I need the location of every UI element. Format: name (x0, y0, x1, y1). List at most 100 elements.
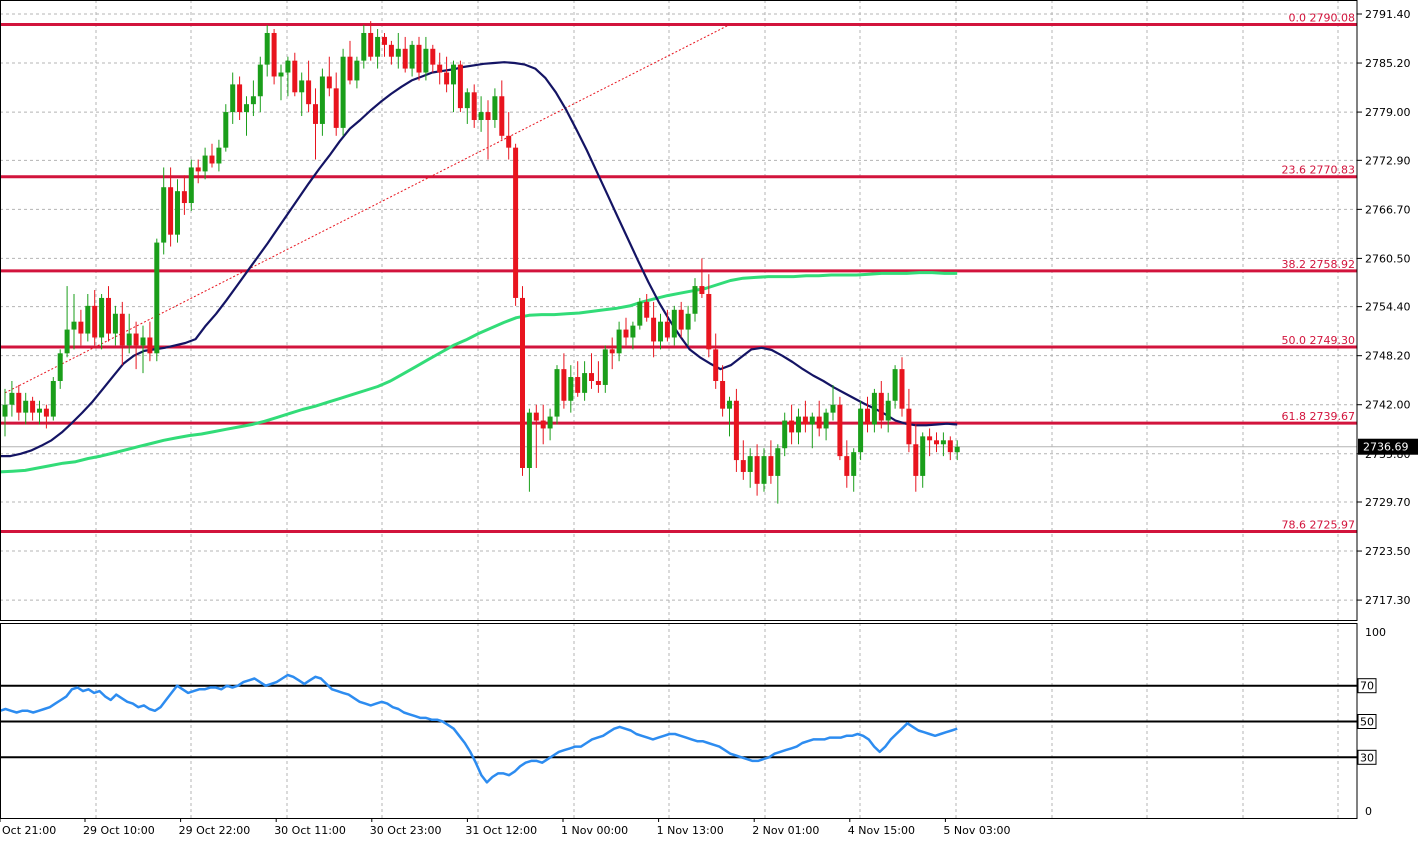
price-tick-label: 2742.00 (1365, 399, 1411, 412)
fib-level-label: 50.0 2749.30 (1282, 334, 1355, 347)
candle-bear (664, 321, 670, 338)
candle-bull (616, 329, 622, 354)
candle-bull (299, 80, 305, 93)
candle-bear (947, 440, 953, 453)
current-price-label: 2736.69 (1363, 441, 1409, 454)
candle-bull (830, 404, 836, 413)
candle-bear (651, 317, 657, 342)
candle-bear (802, 416, 808, 425)
candle-bull (747, 456, 753, 472)
candle-bull (423, 48, 429, 73)
candle-bear (430, 48, 436, 65)
price-tick-label: 2754.40 (1365, 301, 1411, 314)
candle-bear (934, 440, 939, 445)
candle-bull (761, 456, 767, 484)
candle-bear (595, 380, 601, 385)
candle-bear (209, 155, 215, 164)
candle-bear (333, 88, 339, 128)
candle-bull (954, 446, 960, 453)
fib-level-label: 0.0 2790.08 (1289, 11, 1355, 24)
price-tick-label: 2766.70 (1365, 203, 1411, 216)
candle-bear (326, 76, 332, 89)
candle-bull (602, 349, 608, 385)
candle-bull (409, 44, 415, 69)
candle-bear (271, 32, 277, 77)
time-tick-label: 5 Nov 03:00 (943, 824, 1010, 837)
candle-bear (513, 147, 519, 298)
candle-bear (520, 297, 525, 468)
candle-bull (809, 416, 815, 425)
time-tick-label: 4 Nov 15:00 (848, 824, 915, 837)
fib-level-label: 78.6 2725.97 (1282, 519, 1355, 532)
candle-bear (457, 64, 463, 109)
price-tick-label: 2785.20 (1365, 57, 1411, 70)
candle-bull (464, 92, 470, 109)
candle-bear (368, 32, 374, 57)
candle-bear (43, 408, 49, 417)
candle-bull (582, 373, 588, 393)
fib-level-label: 38.2 2758.92 (1282, 258, 1355, 271)
candle-bear (292, 60, 298, 93)
candle-bull (658, 321, 663, 342)
rsi-level-label: 30 (1360, 751, 1374, 764)
candle-bull (230, 84, 236, 113)
candle-bear (865, 408, 870, 425)
candle-bull (940, 440, 946, 445)
candle-bear (106, 297, 111, 334)
time-tick-label: 30 Oct 11:00 (274, 824, 346, 837)
candle-bear (540, 420, 546, 429)
candle-bull (244, 104, 249, 113)
candle-bull (671, 309, 677, 338)
candle-bull (319, 76, 325, 124)
candle-bear (906, 408, 912, 445)
candle-bear (740, 460, 746, 472)
candle-bull (871, 392, 877, 425)
candle-bull (9, 392, 15, 405)
candle-bull (223, 112, 229, 148)
candle-bull (112, 313, 118, 334)
candle-bear (499, 96, 505, 136)
time-tick-label: 1 Nov 00:00 (561, 824, 628, 837)
time-tick-label: 2 Nov 01:00 (752, 824, 819, 837)
price-tick-label: 2717.30 (1365, 594, 1411, 607)
candle-bear (844, 456, 850, 476)
candle-bear (444, 72, 450, 85)
candle-bear (644, 301, 650, 318)
candle-bull (920, 436, 926, 476)
candle-bear (575, 377, 581, 393)
candle-bear (816, 416, 822, 429)
candle-bull (140, 337, 146, 346)
candle-bull (64, 329, 70, 354)
candle-bull (492, 96, 498, 120)
price-tick-label: 2760.50 (1365, 252, 1411, 265)
candle-bull (2, 404, 8, 417)
candle-bear (195, 167, 201, 172)
trading-chart[interactable]: 0.0 2790.08 23.6 2770.83 38.2 2758.92 50.0 … (0, 0, 1423, 844)
candle-bull (451, 64, 456, 85)
candle-bull (99, 297, 105, 338)
candle-bear (16, 392, 22, 413)
candle-bull (782, 420, 788, 449)
chart-root: 0.0 2790.08 23.6 2770.83 38.2 2758.92 50.0 … (0, 0, 1423, 844)
candle-bull (478, 112, 484, 120)
candle-bear (878, 392, 884, 421)
candle-bear (678, 309, 684, 330)
candle-bear (485, 112, 491, 120)
candle-bull (340, 56, 346, 128)
candle-bull (796, 416, 801, 433)
candle-bear (168, 187, 174, 235)
candle-bull (285, 60, 291, 73)
candle-bear (789, 420, 795, 433)
candle-bear (30, 400, 36, 413)
candle-bear (382, 36, 387, 45)
price-tick-label: 2772.90 (1365, 154, 1411, 167)
candle-bull (257, 64, 263, 97)
price-tick-label: 2729.70 (1365, 496, 1411, 509)
candle-bull (526, 412, 532, 468)
price-tick-label: 2748.20 (1365, 350, 1411, 363)
candle-bull (554, 369, 560, 417)
candle-bull (202, 155, 208, 172)
candle-bull (727, 400, 732, 409)
candle-bull (161, 187, 167, 243)
candle-bull (892, 369, 898, 401)
